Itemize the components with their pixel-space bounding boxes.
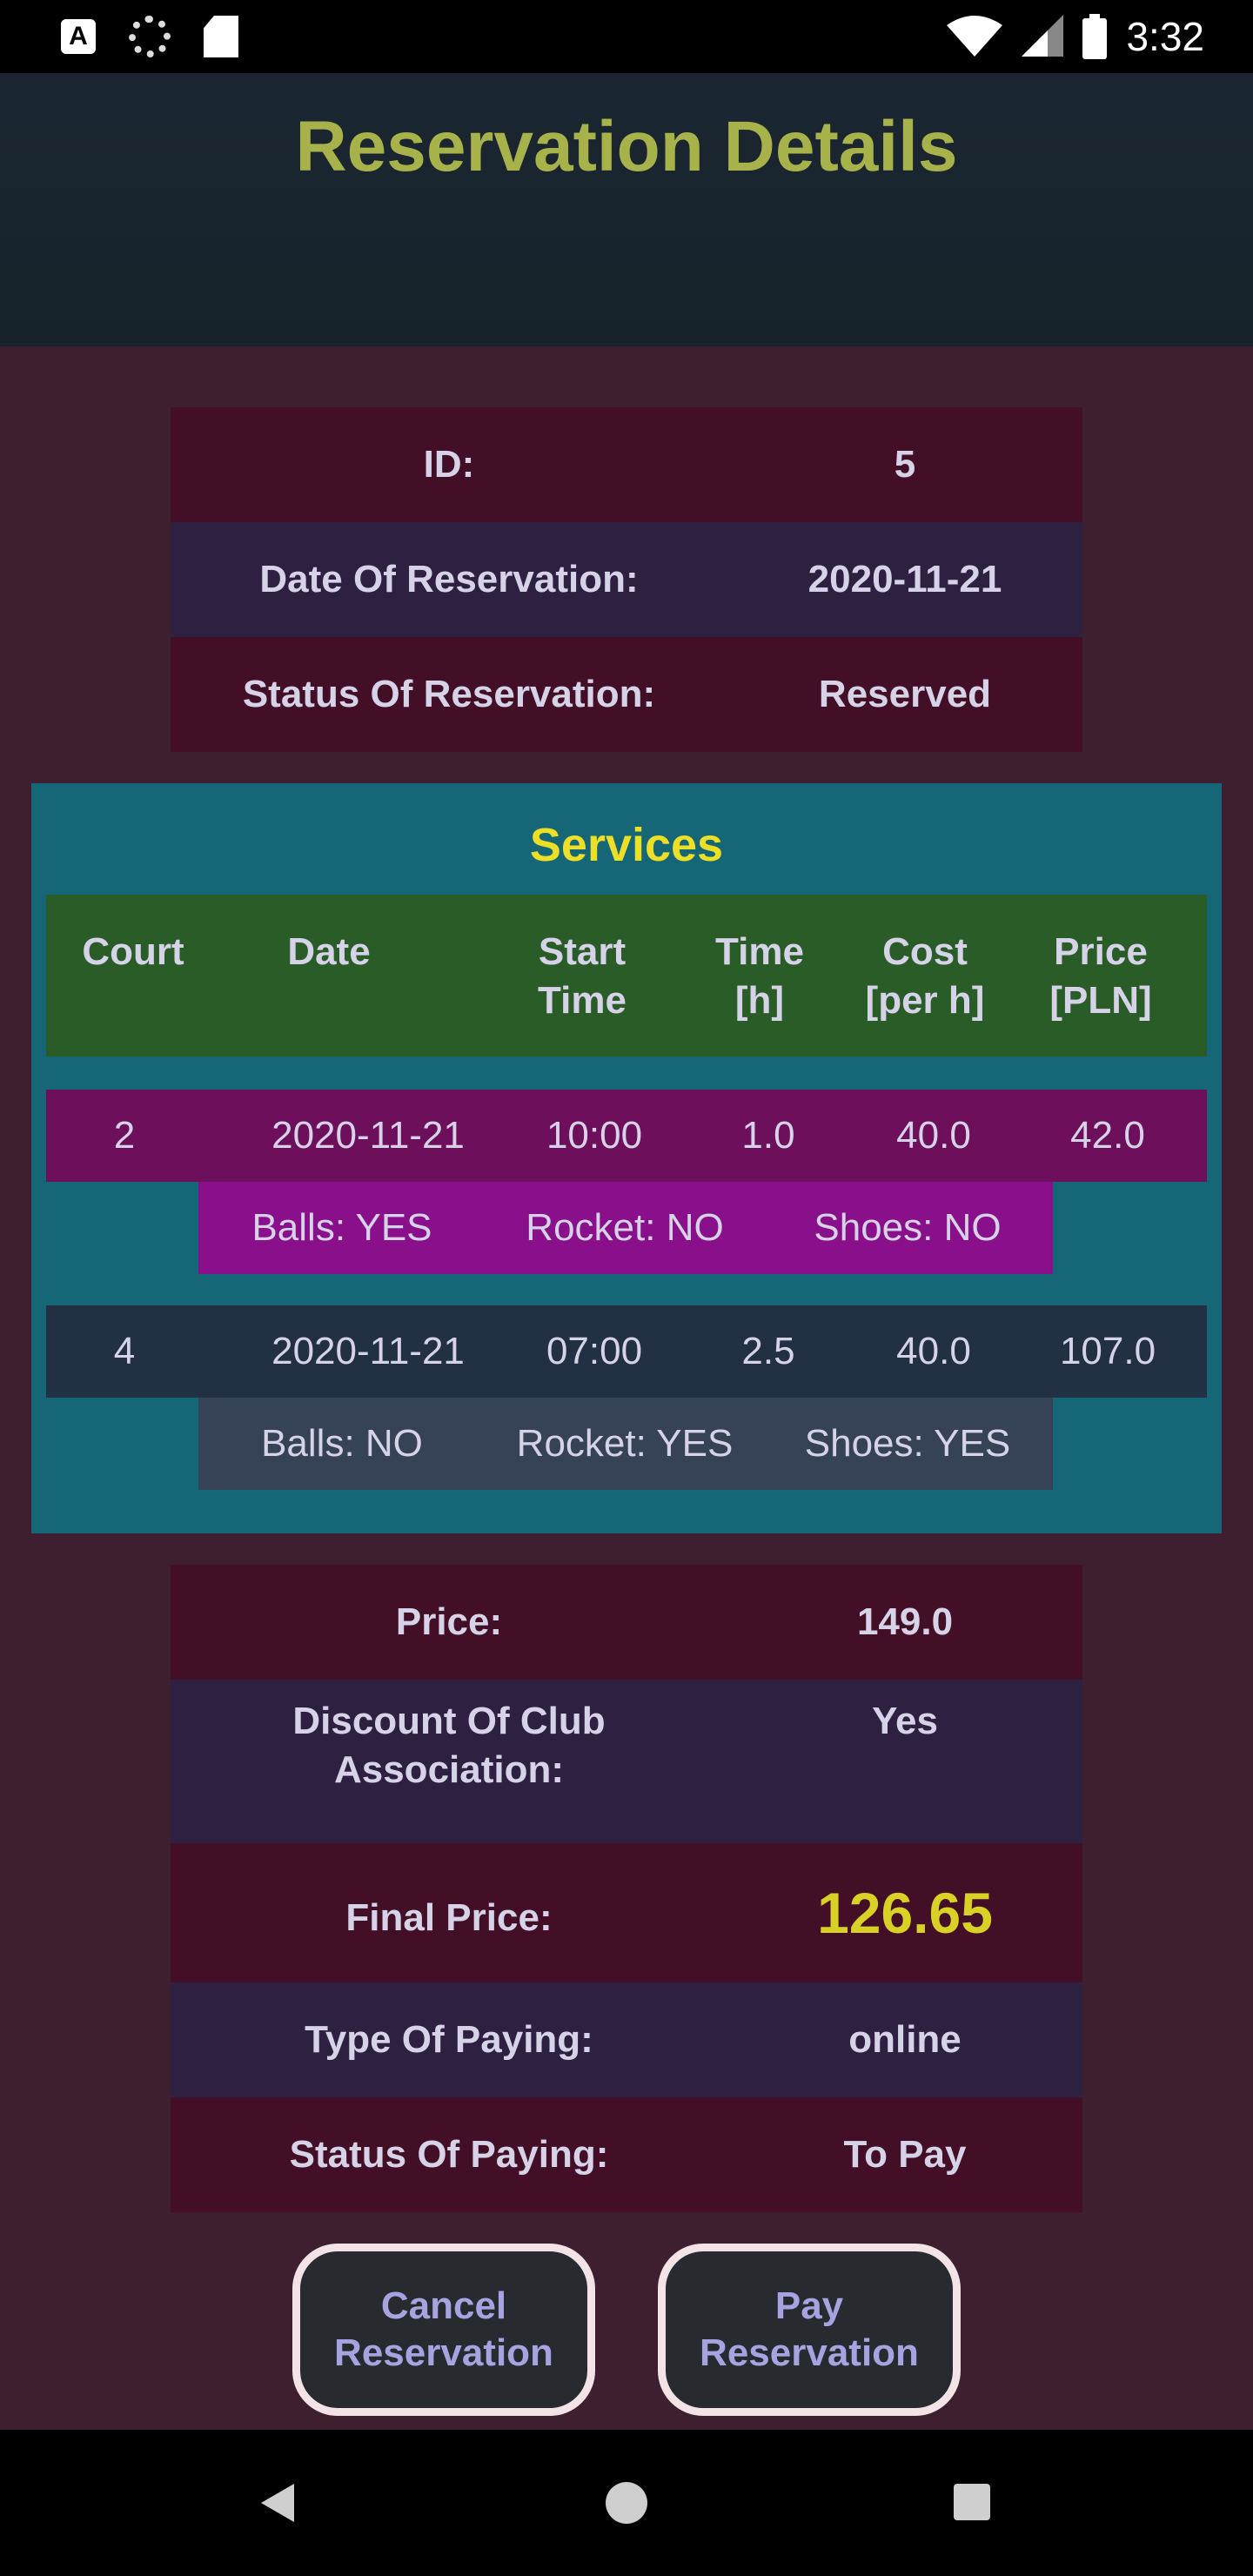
summary-value: Yes <box>872 1700 938 1742</box>
info-value: 5 <box>894 443 916 486</box>
service-court: 4 <box>113 1330 136 1372</box>
service-extras-2: Balls: NO Rocket: YES Shoes: YES <box>198 1398 1053 1490</box>
info-row-status: Status Of Reservation: Reserved <box>171 637 1082 752</box>
info-value: Reserved <box>818 673 992 715</box>
service-balls: Balls: NO <box>261 1422 423 1465</box>
service-court: 2 <box>113 1114 136 1157</box>
service-date: 2020-11-21 <box>271 1330 465 1372</box>
service-rocket: Rocket: YES <box>516 1422 734 1465</box>
service-time: 1.0 <box>741 1114 795 1157</box>
column-header-price: Price [PLN] <box>1049 930 1152 1022</box>
service-price: 42.0 <box>1070 1114 1145 1157</box>
app-header: Reservation Details <box>0 73 1253 346</box>
summary-row-price: Price: 149.0 <box>171 1565 1082 1680</box>
service-price: 107.0 <box>1059 1330 1156 1372</box>
service-start-time: 07:00 <box>546 1330 643 1372</box>
summary-value: 149.0 <box>856 1600 954 1643</box>
info-row-id: ID: 5 <box>171 407 1082 522</box>
wifi-icon <box>947 16 1003 57</box>
service-cost: 40.0 <box>896 1330 971 1372</box>
summary-value: To Pay <box>843 2133 967 2176</box>
column-header-court: Court <box>82 930 184 973</box>
service-extras-1: Balls: YES Rocket: NO Shoes: NO <box>198 1182 1053 1274</box>
battery-icon <box>1082 14 1108 59</box>
service-row-2: 4 2020-11-21 07:00 2.5 40.0 107.0 <box>46 1305 1207 1398</box>
summary-label: Price: <box>395 1600 503 1643</box>
reservation-info-table: ID: 5 Date Of Reservation: 2020-11-21 St… <box>171 407 1082 752</box>
summary-row-type-of-paying: Type Of Paying: online <box>171 1982 1082 2097</box>
summary-label: Final Price: <box>345 1896 553 1939</box>
services-table-header: Court Date Start Time Time [h] Cost [per… <box>46 895 1207 1057</box>
service-start-time: 10:00 <box>546 1114 643 1157</box>
services-panel: Services Court Date Start Time Time [h] … <box>31 783 1222 1533</box>
column-header-date: Date <box>287 930 371 973</box>
info-value: 2020-11-21 <box>807 558 1002 600</box>
column-header-time: Time [h] <box>715 930 804 1022</box>
sd-card-icon <box>204 16 238 57</box>
service-rocket: Rocket: NO <box>526 1206 724 1249</box>
home-icon[interactable] <box>606 2482 647 2524</box>
service-time: 2.5 <box>741 1330 795 1372</box>
service-shoes: Shoes: NO <box>814 1206 1002 1249</box>
summary-label: Status Of Paying: <box>289 2133 609 2176</box>
info-label: Date Of Reservation: <box>259 558 639 600</box>
summary-label: Type Of Paying: <box>305 2018 593 2061</box>
column-header-cost: Cost [per h] <box>865 930 985 1022</box>
column-header-start-time: Start Time <box>538 930 626 1022</box>
summary-row-discount: Discount Of Club Association: Yes <box>171 1680 1082 1843</box>
summary-row-final-price: Final Price: 126.65 <box>171 1843 1082 1982</box>
summary-row-status-of-paying: Status Of Paying: To Pay <box>171 2097 1082 2212</box>
service-balls: Balls: YES <box>251 1206 432 1249</box>
final-price-value: 126.65 <box>817 1881 993 1945</box>
status-notification-icons: A <box>61 16 238 57</box>
services-title: Services <box>529 819 724 871</box>
service-shoes: Shoes: YES <box>804 1422 1011 1465</box>
page-title: Reservation Details <box>295 107 958 186</box>
info-row-date: Date Of Reservation: 2020-11-21 <box>171 522 1082 637</box>
service-row-1: 2 2020-11-21 10:00 1.0 40.0 42.0 <box>46 1090 1207 1182</box>
summary-value: online <box>848 2018 962 2061</box>
info-label: ID: <box>423 443 475 486</box>
signal-icon <box>1022 15 1064 57</box>
payment-summary-table: Price: 149.0 Discount Of Club Associatio… <box>171 1565 1082 2212</box>
info-label: Status Of Reservation: <box>242 673 656 715</box>
back-icon[interactable] <box>261 2484 294 2522</box>
loading-icon <box>129 16 171 57</box>
service-cost: 40.0 <box>896 1114 971 1157</box>
pay-reservation-button[interactable]: Pay Reservation <box>658 2244 961 2416</box>
navigation-bar <box>0 2430 1253 2576</box>
status-system-icons: 3:32 <box>947 10 1204 63</box>
status-time: 3:32 <box>1126 14 1204 59</box>
recent-apps-icon[interactable] <box>954 2484 990 2520</box>
text-a-icon: A <box>61 19 96 54</box>
summary-label: Discount Of Club Association: <box>292 1700 606 1791</box>
service-date: 2020-11-21 <box>271 1114 465 1157</box>
cancel-reservation-button[interactable]: Cancel Reservation <box>292 2244 595 2416</box>
status-bar: A 3:32 <box>0 0 1253 73</box>
